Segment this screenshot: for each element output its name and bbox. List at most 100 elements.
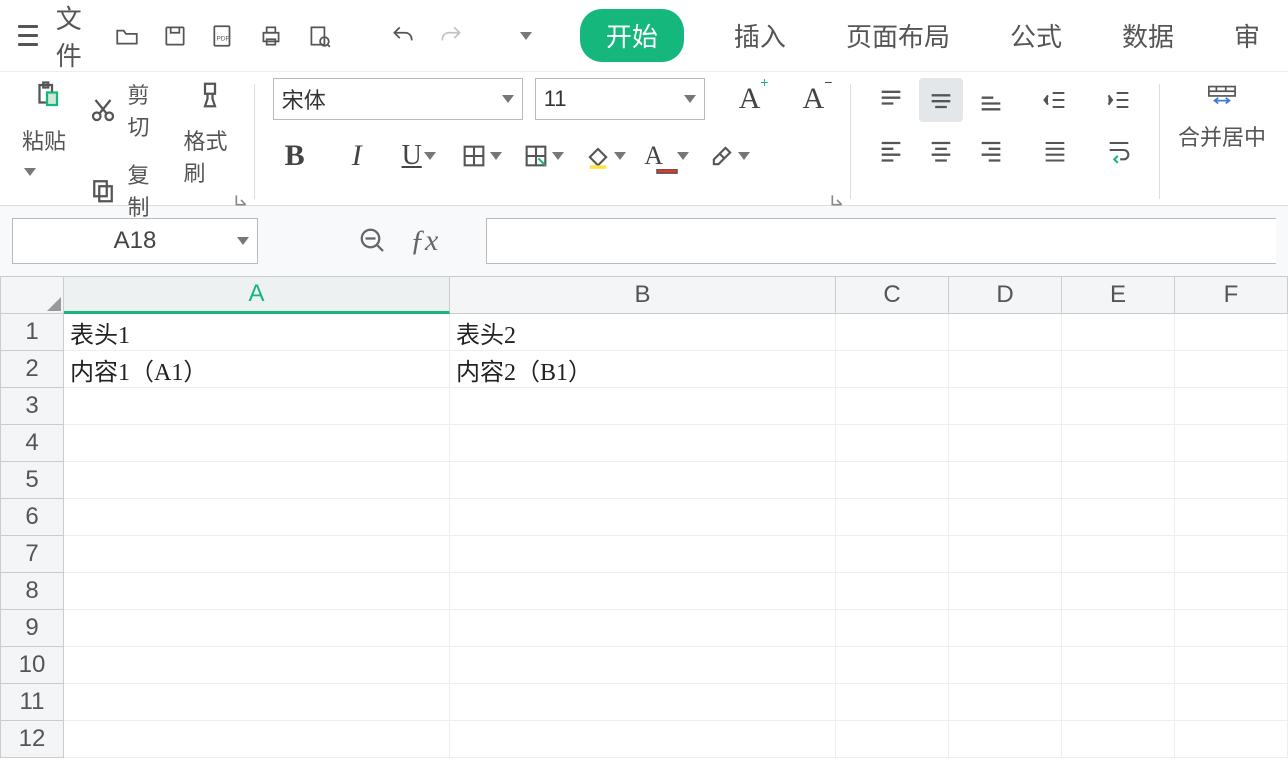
formula-input[interactable] xyxy=(486,218,1276,264)
cut-button[interactable]: 剪切 xyxy=(88,78,156,142)
cell[interactable] xyxy=(450,647,836,684)
save-icon[interactable] xyxy=(160,21,190,51)
cell[interactable] xyxy=(949,425,1062,462)
select-all-corner[interactable] xyxy=(0,276,64,314)
cell[interactable] xyxy=(949,462,1062,499)
shrink-font-button[interactable]: A− xyxy=(803,82,833,116)
cell[interactable] xyxy=(1062,647,1175,684)
align-left-button[interactable] xyxy=(869,128,913,172)
cell[interactable] xyxy=(949,721,1062,758)
fx-icon[interactable]: ƒx xyxy=(410,224,438,258)
cell[interactable] xyxy=(64,573,450,610)
zoom-out-icon[interactable] xyxy=(356,224,390,258)
font-name-select[interactable]: 宋体 xyxy=(273,78,523,120)
cell[interactable] xyxy=(836,647,949,684)
row-header[interactable]: 3 xyxy=(0,388,64,425)
col-header-F[interactable]: F xyxy=(1175,276,1288,314)
cell[interactable] xyxy=(1175,462,1288,499)
row-header[interactable]: 10 xyxy=(0,647,64,684)
grow-font-button[interactable]: A+ xyxy=(739,82,769,116)
merge-center-button[interactable]: 合并居中 xyxy=(1164,78,1280,205)
cell[interactable] xyxy=(949,610,1062,647)
col-header-D[interactable]: D xyxy=(949,276,1062,314)
cell[interactable] xyxy=(836,536,949,573)
cell[interactable] xyxy=(1175,684,1288,721)
align-right-button[interactable] xyxy=(969,128,1013,172)
cell[interactable] xyxy=(64,721,450,758)
tab-data[interactable]: 数据 xyxy=(1112,11,1184,60)
cell[interactable] xyxy=(64,610,450,647)
cell[interactable] xyxy=(836,462,949,499)
cell[interactable] xyxy=(64,684,450,721)
row-header[interactable]: 11 xyxy=(0,684,64,721)
cell[interactable] xyxy=(450,499,836,536)
cell[interactable] xyxy=(1175,388,1288,425)
tab-insert[interactable]: 插入 xyxy=(724,11,796,60)
cell[interactable] xyxy=(450,721,836,758)
col-header-C[interactable]: C xyxy=(836,276,949,314)
tab-formula[interactable]: 公式 xyxy=(1000,11,1072,60)
cell[interactable] xyxy=(450,462,836,499)
cell[interactable] xyxy=(1062,721,1175,758)
cell[interactable] xyxy=(64,647,450,684)
cell[interactable] xyxy=(64,425,450,462)
cell[interactable] xyxy=(949,499,1062,536)
cell[interactable] xyxy=(1062,573,1175,610)
copy-button[interactable]: 复制 xyxy=(88,158,156,222)
group-launcher-icon[interactable] xyxy=(830,193,844,207)
cell[interactable] xyxy=(949,351,1062,388)
cell[interactable] xyxy=(1175,499,1288,536)
cell[interactable] xyxy=(1175,425,1288,462)
cell[interactable] xyxy=(1062,388,1175,425)
cell[interactable] xyxy=(836,721,949,758)
cell[interactable] xyxy=(836,499,949,536)
bold-button[interactable]: B xyxy=(273,134,317,178)
pdf-icon[interactable]: PDF xyxy=(208,21,238,51)
cell[interactable]: 表头2 xyxy=(450,314,836,351)
cell[interactable] xyxy=(450,425,836,462)
align-middle-button[interactable] xyxy=(919,78,963,122)
name-box[interactable]: A18 xyxy=(12,218,258,264)
row-header[interactable]: 1 xyxy=(0,314,64,351)
qat-more-icon[interactable] xyxy=(520,32,532,40)
cell[interactable] xyxy=(1062,314,1175,351)
cell[interactable] xyxy=(450,536,836,573)
cell[interactable] xyxy=(450,388,836,425)
cell[interactable]: 表头1 xyxy=(64,314,450,351)
cell[interactable] xyxy=(836,425,949,462)
font-color-button[interactable]: A xyxy=(645,134,689,178)
cell[interactable] xyxy=(949,684,1062,721)
cell[interactable]: 内容2（B1） xyxy=(450,351,836,388)
cell[interactable] xyxy=(1062,425,1175,462)
col-header-E[interactable]: E xyxy=(1062,276,1175,314)
cell[interactable] xyxy=(949,647,1062,684)
open-icon[interactable] xyxy=(112,21,142,51)
cell[interactable] xyxy=(1062,610,1175,647)
cell[interactable] xyxy=(836,573,949,610)
align-top-button[interactable] xyxy=(869,78,913,122)
italic-button[interactable]: I xyxy=(335,134,379,178)
cell[interactable] xyxy=(64,388,450,425)
row-header[interactable]: 7 xyxy=(0,536,64,573)
cell[interactable] xyxy=(1175,536,1288,573)
group-launcher-icon[interactable] xyxy=(234,193,248,207)
cell[interactable] xyxy=(949,573,1062,610)
cell[interactable] xyxy=(949,314,1062,351)
cell[interactable] xyxy=(1062,536,1175,573)
fill-color-button[interactable] xyxy=(583,134,627,178)
tab-page-layout[interactable]: 页面布局 xyxy=(836,11,960,60)
row-header[interactable]: 6 xyxy=(0,499,64,536)
row-header[interactable]: 8 xyxy=(0,573,64,610)
cell[interactable] xyxy=(1175,314,1288,351)
cell[interactable] xyxy=(1175,721,1288,758)
row-header[interactable]: 5 xyxy=(0,462,64,499)
justify-button[interactable] xyxy=(1033,128,1077,172)
cell[interactable] xyxy=(836,351,949,388)
row-header[interactable]: 9 xyxy=(0,610,64,647)
align-center-button[interactable] xyxy=(919,128,963,172)
row-header[interactable]: 12 xyxy=(0,721,64,758)
cell[interactable] xyxy=(836,314,949,351)
paste-button[interactable]: 粘贴 xyxy=(22,78,72,182)
cell[interactable] xyxy=(1175,351,1288,388)
cell[interactable] xyxy=(836,388,949,425)
